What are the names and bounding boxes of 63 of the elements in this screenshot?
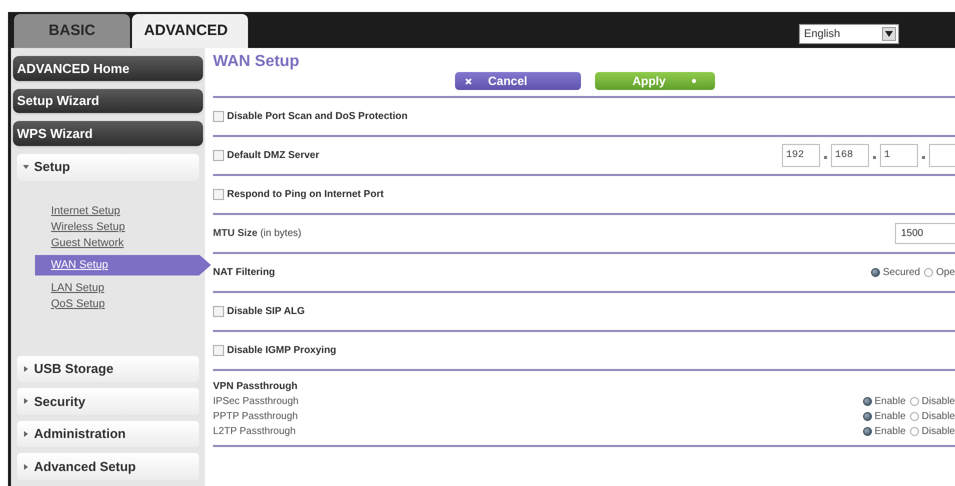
section-header[interactable]: Setup xyxy=(17,154,199,181)
ip-octet-field[interactable]: 1 xyxy=(880,144,918,167)
select-value: English xyxy=(804,26,840,42)
sidebar-link[interactable]: LAN Setup xyxy=(51,280,104,296)
nav-button[interactable]: Setup Wizard xyxy=(13,88,203,114)
field-label: PPTP Passthrough xyxy=(213,410,298,424)
language-select[interactable]: English xyxy=(799,24,899,44)
group-title: VPN Passthrough xyxy=(213,380,298,394)
section-header[interactable]: Administration xyxy=(17,420,199,448)
ip-octet-field[interactable]: 192 xyxy=(782,144,820,167)
option-label: Disable Port Scan and DoS Protection xyxy=(227,110,408,124)
caret-icon xyxy=(882,27,896,41)
option-label: Disable IGMP Proxying xyxy=(227,344,336,358)
tab[interactable]: BASIC xyxy=(14,14,130,48)
caret-right-icon xyxy=(23,398,29,404)
section-header[interactable]: Security xyxy=(17,388,199,415)
option-label: Disable SIP ALG xyxy=(227,305,305,319)
field-label: NAT Filtering xyxy=(213,266,276,280)
sidebar-link[interactable]: Internet Setup xyxy=(51,202,120,219)
caret-right-icon xyxy=(23,366,29,372)
radio-button[interactable] xyxy=(870,268,880,277)
field-label: IPSec Passthrough xyxy=(213,395,299,409)
radio-button[interactable] xyxy=(924,268,934,277)
radio-button[interactable] xyxy=(862,427,872,436)
caret-down-icon xyxy=(23,164,29,170)
radio-label: Secured xyxy=(882,266,920,280)
radio-label: Disable xyxy=(922,395,955,409)
radio-label: Disable xyxy=(922,410,955,424)
page-title: WAN Setup xyxy=(213,52,300,70)
option-label: Default DMZ Server xyxy=(227,149,320,163)
radio-label: Ope xyxy=(936,266,955,280)
caret-right-icon xyxy=(23,431,29,438)
ip-octet-field[interactable]: 168 xyxy=(831,144,869,167)
sidebar-link[interactable]: Guest Network xyxy=(51,234,124,251)
checkbox[interactable] xyxy=(213,306,224,317)
radio-button[interactable] xyxy=(862,412,872,421)
checkbox[interactable] xyxy=(213,111,224,122)
radio-button[interactable] xyxy=(862,397,872,406)
radio-button[interactable] xyxy=(910,427,919,436)
tab[interactable]: ADVANCED xyxy=(132,14,248,48)
checkbox[interactable] xyxy=(213,189,224,200)
sidebar-link[interactable]: Wireless Setup xyxy=(51,218,125,235)
caret-right-icon xyxy=(23,464,29,470)
cancel-button[interactable]: Cancel xyxy=(455,72,581,90)
mtu-field[interactable]: 1500 xyxy=(895,223,955,244)
sidebar-link[interactable]: WAN Setup xyxy=(35,254,211,276)
option-label: Respond to Ping on Internet Port xyxy=(227,188,384,202)
nav-button[interactable]: WPS Wizard xyxy=(13,121,203,146)
radio-label: Enable xyxy=(874,395,906,409)
close-icon xyxy=(465,78,472,84)
section-header[interactable]: USB Storage xyxy=(17,356,199,382)
field-label: MTU Size (in bytes) xyxy=(213,227,302,241)
radio-label: Enable xyxy=(874,410,906,424)
sidebar-link[interactable]: QoS Setup xyxy=(51,296,105,312)
checkbox[interactable] xyxy=(213,150,224,161)
radio-label: Disable xyxy=(922,425,955,439)
radio-button[interactable] xyxy=(910,412,919,421)
section-header[interactable]: Advanced Setup xyxy=(17,453,199,480)
field-label: L2TP Passthrough xyxy=(213,425,296,439)
radio-label: Enable xyxy=(874,425,906,439)
nav-button[interactable]: ADVANCED Home xyxy=(13,56,203,81)
checkbox[interactable] xyxy=(213,345,224,356)
radio-button[interactable] xyxy=(910,397,919,406)
